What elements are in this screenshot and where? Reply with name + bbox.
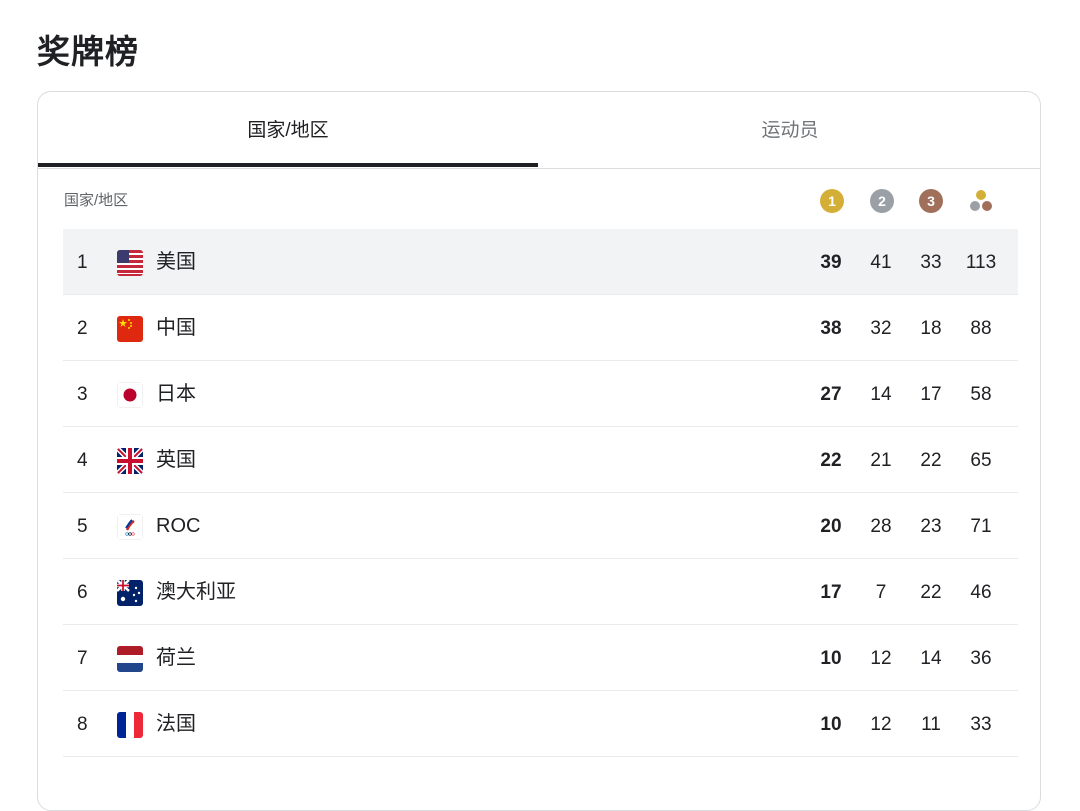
silver-medal-number: 2 (870, 189, 894, 213)
country-name: 法国 (156, 713, 196, 735)
gold-count: 22 (820, 450, 842, 471)
tab-athletes[interactable]: 运动员 (538, 92, 1040, 168)
silver-count: 12 (870, 648, 892, 669)
rank: 7 (77, 648, 88, 669)
silver-count: 7 (875, 582, 887, 603)
us-flag-icon (117, 250, 143, 276)
medal-cluster-icon (970, 190, 992, 211)
country-name: ROC (156, 515, 201, 537)
total-count: 71 (970, 516, 992, 537)
netherlands-flag-icon (117, 646, 143, 672)
gold-count: 10 (820, 714, 842, 735)
bronze-count: 23 (920, 516, 942, 537)
rank: 4 (77, 450, 88, 471)
bronze-medal-icon[interactable]: 3 (919, 189, 943, 213)
france-flag-icon (117, 712, 143, 738)
gold-count: 17 (820, 582, 842, 603)
roc-flag-icon (117, 514, 143, 540)
table-row[interactable]: 7 荷兰 10 12 14 36 (63, 625, 1018, 691)
total-count: 33 (970, 714, 992, 735)
japan-flag-icon (117, 382, 143, 408)
total-count: 113 (965, 252, 997, 273)
country-name: 中国 (156, 317, 196, 339)
gold-count: 39 (820, 252, 842, 273)
table-row[interactable]: 8 法国 10 12 11 33 (63, 691, 1018, 757)
uk-flag-icon (117, 448, 143, 474)
silver-count: 28 (870, 516, 892, 537)
total-count: 88 (970, 318, 992, 339)
country-name: 英国 (156, 449, 196, 471)
bronze-count: 14 (920, 648, 942, 669)
gold-count: 27 (820, 384, 842, 405)
silver-medal-icon[interactable]: 2 (870, 189, 894, 213)
table-row[interactable]: 2 中国 38 32 18 88 (63, 295, 1018, 361)
australia-flag-icon (117, 580, 143, 606)
page-title: 奖牌榜 (37, 32, 139, 71)
gold-medal-icon[interactable]: 1 (820, 189, 844, 213)
total-count: 65 (970, 450, 992, 471)
rank: 1 (77, 252, 88, 273)
country-name: 荷兰 (156, 647, 196, 669)
country-name: 澳大利亚 (156, 581, 236, 603)
bronze-count: 33 (920, 252, 942, 273)
table-row[interactable]: 5 ROC 20 28 23 71 (63, 493, 1018, 559)
tab-bar: 国家/地区 运动员 (38, 92, 1040, 169)
table-row[interactable]: 3 日本 27 14 17 58 (63, 361, 1018, 427)
bronze-medal-number: 3 (919, 189, 943, 213)
medal-table-card: 国家/地区 运动员 国家/地区 1 2 3 1 美国 39 41 33 113 … (37, 91, 1041, 811)
silver-count: 12 (870, 714, 892, 735)
gold-count: 10 (820, 648, 842, 669)
silver-count: 41 (870, 252, 892, 273)
gold-medal-number: 1 (820, 189, 844, 213)
silver-count: 14 (870, 384, 892, 405)
bronze-count: 18 (920, 318, 942, 339)
rank: 6 (77, 582, 88, 603)
rank: 5 (77, 516, 88, 537)
rank: 3 (77, 384, 88, 405)
silver-count: 32 (870, 318, 892, 339)
table-row[interactable]: 4 英国 22 21 22 65 (63, 427, 1018, 493)
silver-count: 21 (870, 450, 892, 471)
table-row[interactable]: 1 美国 39 41 33 113 (63, 229, 1018, 295)
bronze-count: 11 (921, 714, 941, 735)
bronze-count: 22 (920, 582, 942, 603)
active-tab-indicator (38, 163, 538, 167)
rank: 8 (77, 714, 88, 735)
total-count: 58 (970, 384, 992, 405)
gold-count: 20 (820, 516, 842, 537)
bronze-count: 22 (920, 450, 942, 471)
table-header: 国家/地区 1 2 3 (63, 188, 1018, 222)
header-country-region: 国家/地区 (64, 192, 129, 209)
table-row[interactable]: 6 澳大利亚 17 7 22 46 (63, 559, 1018, 625)
total-count: 36 (970, 648, 992, 669)
tab-country-region[interactable]: 国家/地区 (38, 92, 538, 168)
rank: 2 (77, 318, 88, 339)
country-name: 美国 (156, 251, 196, 273)
total-count: 46 (970, 582, 992, 603)
total-medals-icon[interactable] (968, 189, 992, 213)
gold-count: 38 (820, 318, 842, 339)
bronze-count: 17 (920, 384, 942, 405)
country-name: 日本 (156, 383, 196, 405)
china-flag-icon (117, 316, 143, 342)
